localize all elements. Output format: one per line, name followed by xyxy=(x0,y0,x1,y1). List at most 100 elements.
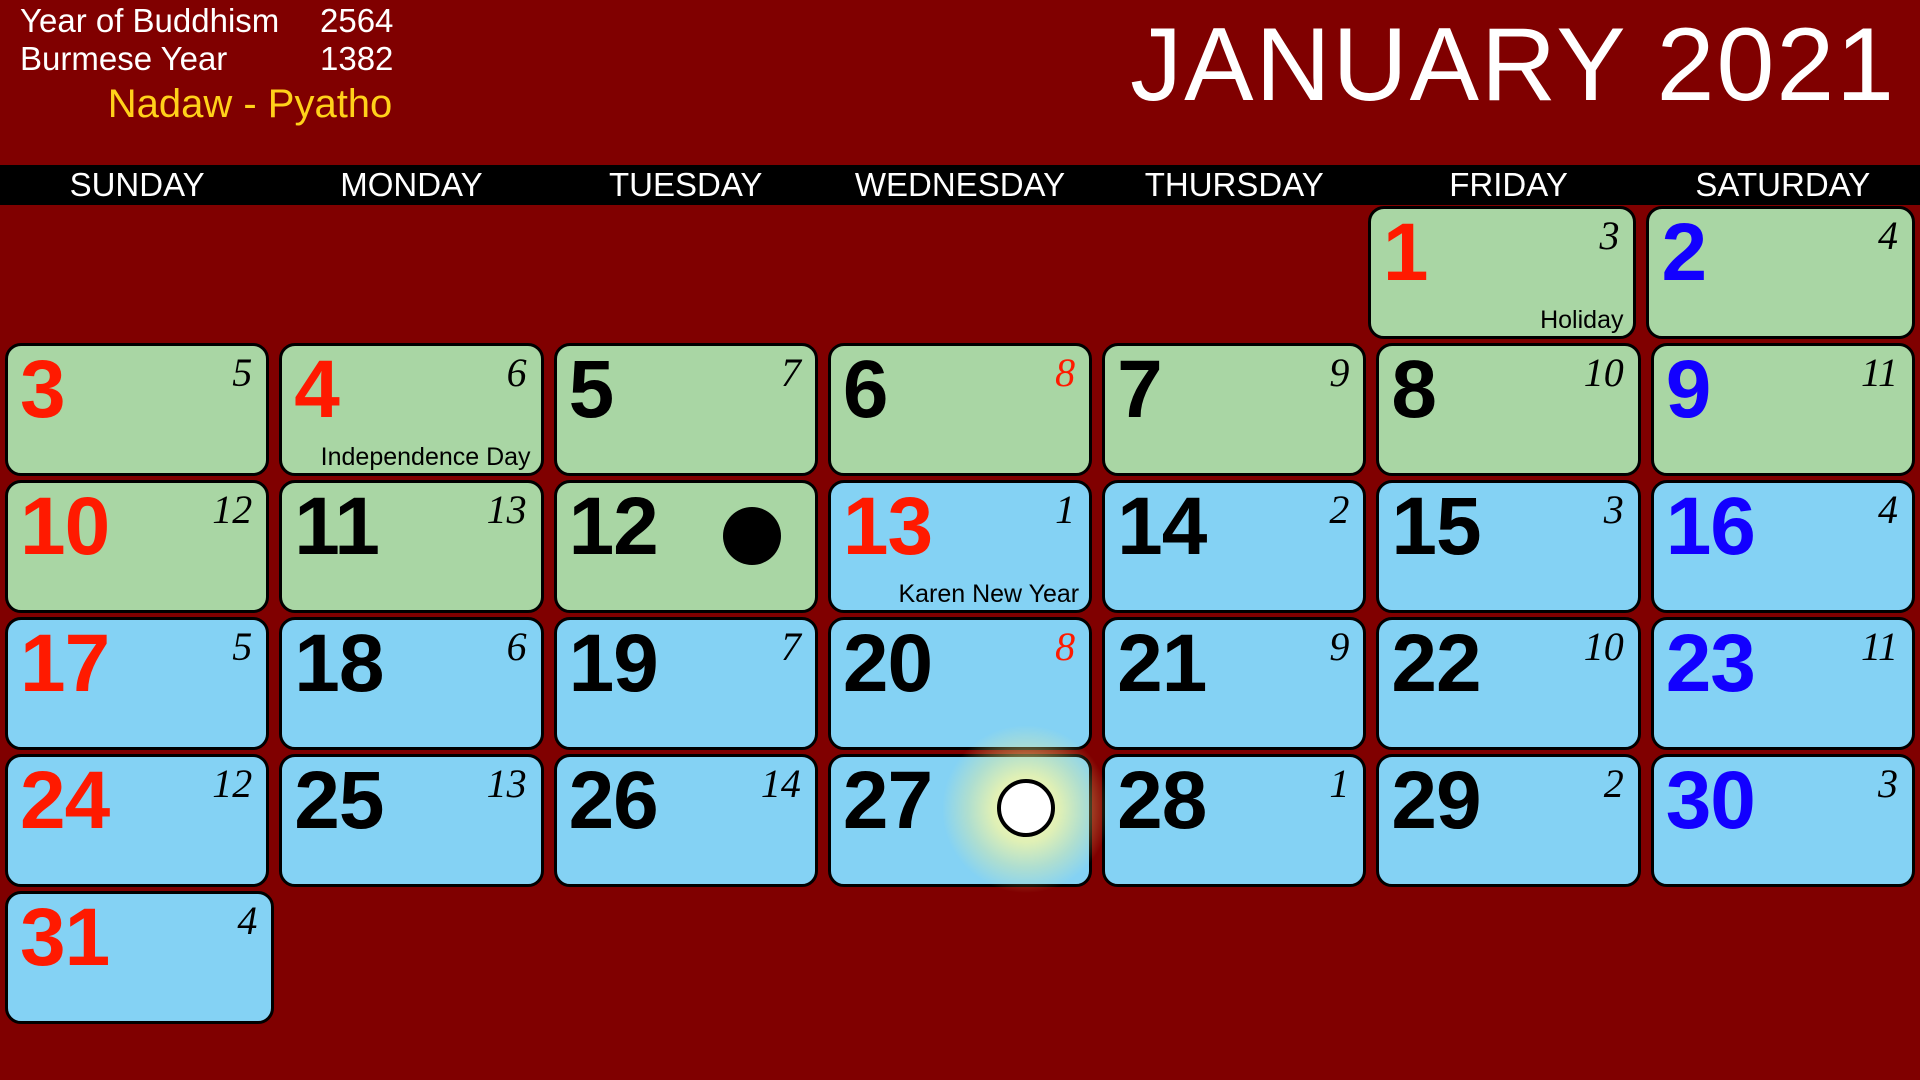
day-cell[interactable]: 35 xyxy=(5,343,270,476)
gregorian-day-number: 26 xyxy=(568,755,659,846)
gregorian-day-number: 19 xyxy=(568,618,659,709)
day-cell[interactable]: 18 6 xyxy=(279,617,544,750)
day-cell[interactable]: 22 10 xyxy=(1376,617,1641,750)
day-cell[interactable]: 23 11 xyxy=(1650,617,1915,750)
gregorian-day-number: 17 xyxy=(20,618,110,709)
day-cell[interactable]: 24 12 xyxy=(5,754,270,887)
day-cell[interactable]: 20 8 xyxy=(827,617,1093,750)
day-cell-empty xyxy=(1652,891,1915,1024)
lunar-day-number: 12 xyxy=(212,487,253,532)
day-cell[interactable]: 26 14 xyxy=(553,754,818,887)
day-cell[interactable]: 27 xyxy=(827,719,1117,899)
buddhism-year-value: 2564 xyxy=(320,2,394,39)
lunar-day-number: 2 xyxy=(1329,487,1350,532)
page-title: JANUARY 2021 xyxy=(1130,7,1896,123)
lunar-day-number: 6 xyxy=(506,350,527,395)
weekday-header-bar: SUNDAY MONDAY TUESDAY WEDNESDAY THURSDAY FRID… xyxy=(0,165,1920,205)
lunar-day-number: 13 xyxy=(486,487,527,532)
day-cell[interactable]: 4 6 Independence Day xyxy=(279,343,544,476)
gregorian-day-number: 3 xyxy=(20,344,66,435)
gregorian-day-number: 2 xyxy=(1661,207,1707,298)
day-cell[interactable]: 19 7 xyxy=(553,617,818,750)
gregorian-day-number: 18 xyxy=(294,618,384,709)
day-cell[interactable]: 57 xyxy=(553,343,818,476)
week-row: 1 3 Holiday 2 4 xyxy=(0,206,1920,339)
gregorian-day-number: 22 xyxy=(1391,618,1481,709)
day-cell[interactable]: 1 3 Holiday xyxy=(1367,206,1637,339)
burmese-year-row: Burmese Year 1382 xyxy=(20,40,480,78)
new-moon-icon xyxy=(722,507,781,565)
day-cell[interactable]: 28 1 xyxy=(1102,754,1367,887)
day-cell[interactable]: 16 4 xyxy=(1650,480,1915,613)
gregorian-day-number: 15 xyxy=(1391,481,1481,572)
week-row: 24 12 25 13 26 14 27 28 1 29 2 30 3 xyxy=(0,719,1920,899)
lunar-day-number: 2 xyxy=(1603,761,1624,806)
gregorian-day-number: 14 xyxy=(1117,481,1207,572)
day-cell[interactable]: 8 10 xyxy=(1376,343,1641,476)
lunar-day-number: 14 xyxy=(760,761,801,806)
burmese-year-info: Year of Buddhism 2564 Burmese Year 1382 … xyxy=(20,2,480,128)
lunar-day-number: 7 xyxy=(780,350,801,395)
gregorian-day-number: 12 xyxy=(568,481,659,572)
day-cell[interactable]: 11 13 xyxy=(279,480,544,613)
lunar-day-number: 4 xyxy=(1878,213,1899,258)
day-cell-empty xyxy=(1378,891,1641,1024)
gregorian-day-number: 25 xyxy=(294,755,384,846)
day-cell[interactable]: 21 9 xyxy=(1102,617,1367,750)
day-cell[interactable]: 9 11 xyxy=(1650,343,1915,476)
lunar-day-number: 3 xyxy=(1877,761,1898,806)
day-cell[interactable]: 17 5 xyxy=(5,617,270,750)
day-cell[interactable]: 15 3 xyxy=(1376,480,1641,613)
lunar-day-number: 4 xyxy=(237,898,258,943)
day-cell[interactable]: 24 xyxy=(1646,206,1916,339)
lunar-day-number: 1 xyxy=(1055,487,1076,532)
day-cell[interactable]: 13 1 Karen New Year xyxy=(827,480,1093,613)
lunar-day-number: 9 xyxy=(1329,624,1350,669)
lunar-day-number: 5 xyxy=(232,624,253,669)
day-cell[interactable]: 79 xyxy=(1102,343,1367,476)
day-cell-empty xyxy=(284,891,547,1024)
event-label: Independence Day xyxy=(320,443,531,471)
day-cell-empty xyxy=(1095,206,1358,339)
lunar-day-number: 8 xyxy=(1055,624,1076,669)
lunar-day-number: 10 xyxy=(1583,350,1624,395)
gregorian-day-number: 24 xyxy=(20,755,110,846)
day-cell-empty xyxy=(831,891,1094,1024)
day-cell-empty xyxy=(5,206,268,339)
gregorian-day-number: 7 xyxy=(1117,344,1163,435)
day-cell[interactable]: 14 2 xyxy=(1102,480,1367,613)
gregorian-day-number: 30 xyxy=(1665,755,1756,846)
weekday-label-saturday: SATURDAY xyxy=(1695,166,1871,203)
day-cell-empty xyxy=(278,206,541,339)
gregorian-day-number: 9 xyxy=(1665,344,1712,435)
weekday-label-tuesday: TUESDAY xyxy=(608,166,763,203)
buddhism-year-row: Year of Buddhism 2564 xyxy=(20,2,480,40)
lunar-day-number: 11 xyxy=(1860,624,1898,669)
weekday-label-sunday: SUNDAY xyxy=(69,166,205,203)
lunar-day-number: 1 xyxy=(1329,761,1350,806)
weekday-label-friday: FRIDAY xyxy=(1449,166,1568,203)
lunar-day-number: 8 xyxy=(1055,350,1076,395)
day-cell-empty xyxy=(558,891,821,1024)
day-cell[interactable]: 10 12 xyxy=(5,480,270,613)
lunar-day-number: 5 xyxy=(232,350,253,395)
gregorian-day-number: 21 xyxy=(1117,618,1207,709)
day-cell-empty xyxy=(1105,891,1368,1024)
day-cell[interactable]: 12 xyxy=(553,480,818,613)
day-cell[interactable]: 29 2 xyxy=(1376,754,1641,887)
buddhism-year-label: Year of Buddhism xyxy=(20,2,280,39)
day-cell[interactable]: 31 4 xyxy=(5,891,275,1024)
gregorian-day-number: 10 xyxy=(20,481,110,572)
day-cell[interactable]: 30 3 xyxy=(1650,754,1915,887)
gregorian-day-number: 29 xyxy=(1391,755,1481,846)
day-cell[interactable]: 68 xyxy=(827,343,1093,476)
day-cell-empty xyxy=(550,206,813,339)
event-label: Karen New Year xyxy=(898,580,1080,608)
gregorian-day-number: 5 xyxy=(568,344,615,435)
day-cell[interactable]: 25 13 xyxy=(279,754,544,887)
gregorian-day-number: 13 xyxy=(842,481,933,572)
lunar-day-number: 3 xyxy=(1599,213,1620,258)
burmese-year-value: 1382 xyxy=(320,40,394,77)
weekday-label-thursday: THURSDAY xyxy=(1144,166,1324,203)
event-label: Holiday xyxy=(1540,306,1624,334)
